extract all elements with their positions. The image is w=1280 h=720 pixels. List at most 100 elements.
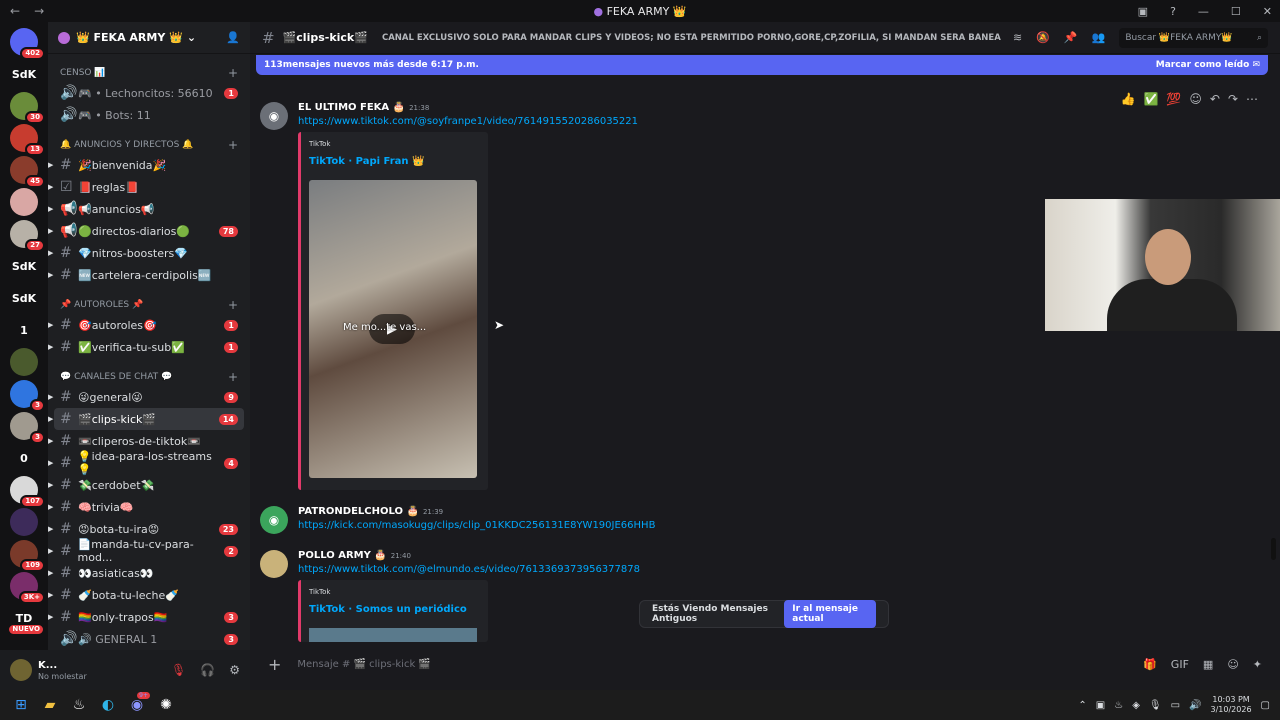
expand-arrow-icon[interactable]: ▶ — [48, 321, 53, 329]
channel-item[interactable]: ▶ 📢 🟢directos-diarios🟢 78 — [48, 220, 244, 242]
expand-arrow-icon[interactable]: ▶ — [48, 343, 53, 351]
headphones-muted-icon[interactable]: 🎧 — [200, 663, 215, 677]
more-options-icon[interactable]: ⋯ — [1246, 92, 1258, 106]
back-arrow-icon[interactable]: ← — [10, 4, 20, 18]
expand-arrow-icon[interactable]: ▶ — [48, 503, 53, 511]
hundred-reaction-icon[interactable]: 💯 — [1166, 92, 1181, 106]
add-reaction-icon[interactable]: ☺ — [1189, 92, 1202, 106]
notifications-icon[interactable]: ▢ — [1261, 700, 1270, 711]
forward-arrow-icon[interactable]: → — [34, 4, 44, 18]
message-author[interactable]: EL ULTIMO FEKA 🎂 — [298, 102, 405, 113]
channel-item[interactable]: ▶ # 💸cerdobet💸 — [48, 474, 244, 496]
steam-icon[interactable]: ♨ — [68, 694, 90, 716]
server-icon[interactable]: 27 — [10, 220, 45, 252]
expand-arrow-icon[interactable]: ▶ — [48, 183, 53, 191]
expand-arrow-icon[interactable]: ▶ — [48, 481, 53, 489]
channel-item[interactable]: ▶ # 📼cliperos-de-tiktok📼 — [48, 430, 244, 452]
server-icon[interactable]: 3 — [10, 412, 45, 444]
mic-muted-icon[interactable]: 🎙 — [171, 663, 186, 677]
expand-arrow-icon[interactable]: ▶ — [48, 591, 53, 599]
check-reaction-icon[interactable]: ✅ — [1143, 92, 1158, 106]
expand-arrow-icon[interactable]: ▶ — [48, 161, 53, 169]
add-channel-icon[interactable]: + — [228, 370, 238, 384]
server-icon[interactable]: 3 — [10, 380, 45, 412]
member-list-icon[interactable]: 👥 — [1092, 31, 1106, 44]
forward-icon[interactable]: ↷ — [1228, 92, 1238, 106]
sticker-icon[interactable]: ▦ — [1203, 658, 1213, 671]
expand-arrow-icon[interactable]: ▶ — [48, 227, 53, 235]
tray-app-icon[interactable]: ▣ — [1096, 700, 1105, 711]
channel-item[interactable]: 🔊 🎮 • Bots: 11 — [54, 104, 244, 126]
expand-arrow-icon[interactable]: ▶ — [48, 249, 53, 257]
channel-topic[interactable]: CANAL EXCLUSIVO SOLO PARA MANDAR CLIPS Y… — [382, 33, 1001, 43]
emoji-icon[interactable]: ☺ — [1227, 658, 1238, 671]
network-icon[interactable]: ▭ — [1171, 700, 1180, 711]
message-link[interactable]: https://kick.com/masokugg/clips/clip_01K… — [298, 520, 655, 531]
nvidia-icon[interactable]: ◈ — [1132, 700, 1140, 711]
channel-item[interactable]: ▶ # 😡bota-tu-ira😡 23 — [48, 518, 244, 540]
server-icon[interactable]: 3K+ — [10, 572, 45, 604]
threads-icon[interactable]: ≋ — [1013, 31, 1022, 44]
server-icon[interactable]: TD NUEVO — [7, 604, 45, 636]
server-header[interactable]: 👑 FEKA ARMY 👑 ⌄ 👤 — [48, 22, 250, 54]
expand-arrow-icon[interactable]: ▶ — [48, 393, 53, 401]
gift-icon[interactable]: 🎁 — [1143, 658, 1157, 671]
discord-avatar-icon[interactable]: ◉ — [260, 102, 288, 130]
message-composer[interactable]: + Mensaje # 🎬 clips-kick 🎬 🎁 GIF ▦ ☺ ✦ — [260, 650, 1270, 678]
add-user-icon[interactable]: 👤 — [226, 31, 240, 44]
server-icon[interactable]: SdK — [10, 252, 38, 280]
add-attachment-icon[interactable]: + — [268, 655, 281, 674]
server-icon[interactable] — [10, 188, 38, 216]
expand-arrow-icon[interactable]: ▶ — [48, 613, 53, 621]
jump-to-present-button[interactable]: Ir al mensaje actual — [784, 600, 876, 628]
thumbs-up-reaction-icon[interactable]: 👍 — [1121, 92, 1136, 106]
expand-arrow-icon[interactable]: ▶ — [48, 271, 53, 279]
server-icon[interactable]: 1 — [10, 316, 38, 344]
expand-arrow-icon[interactable]: ▶ — [48, 525, 53, 533]
close-icon[interactable]: ✕ — [1263, 5, 1272, 18]
discord-taskbar-icon[interactable]: ◉ 9+ — [126, 692, 150, 716]
notifications-muted-icon[interactable]: 🔕 — [1036, 31, 1050, 44]
user-avatar[interactable] — [10, 659, 32, 681]
file-explorer-icon[interactable]: ▰ — [39, 694, 61, 716]
expand-arrow-icon[interactable]: ▶ — [48, 569, 53, 577]
channel-item[interactable]: ▶ # 🆕cartelera-cerdipolis🆕 — [48, 264, 244, 286]
add-channel-icon[interactable]: + — [228, 66, 238, 80]
server-icon[interactable]: 45 — [10, 156, 45, 188]
server-icon[interactable]: 0 — [10, 444, 38, 472]
add-channel-icon[interactable]: + — [228, 138, 238, 152]
discord-avatar-icon[interactable]: ◉ — [260, 506, 288, 534]
channel-item[interactable]: ▶ # 📄manda-tu-cv-para-mod... 2 — [48, 538, 244, 564]
edge-icon[interactable]: ◐ — [97, 694, 119, 716]
expand-arrow-icon[interactable]: ▶ — [48, 415, 53, 423]
server-icon[interactable] — [10, 508, 38, 536]
gif-icon[interactable]: GIF — [1171, 658, 1189, 671]
channel-item[interactable]: ▶ # 🎬clips-kick🎬 14 — [48, 408, 244, 430]
server-icon[interactable]: 107 — [10, 476, 45, 508]
channel-item[interactable]: ▶ 📢 📢anuncios📢 — [48, 198, 244, 220]
embed-title[interactable]: TikTok · Somos un periódico — [309, 604, 467, 615]
expand-arrow-icon[interactable]: ▶ — [48, 459, 53, 467]
expand-arrow-icon[interactable]: ▶ — [48, 205, 53, 213]
server-icon[interactable]: 13 — [10, 124, 45, 156]
minimize-icon[interactable]: — — [1198, 5, 1209, 18]
maximize-icon[interactable]: ☐ — [1231, 5, 1241, 18]
pin-icon[interactable]: 📌 — [1064, 31, 1078, 44]
channel-item[interactable]: ▶ # 💎nitros-boosters💎 — [48, 242, 244, 264]
channel-item[interactable]: ▶ # 😜general😜 9 — [48, 386, 244, 408]
tray-expand-icon[interactable]: ⌃ — [1078, 700, 1086, 711]
scrollbar[interactable] — [1271, 538, 1276, 560]
channel-item[interactable]: ▶ ☑ 📕reglas📕 — [48, 176, 244, 198]
video-thumbnail[interactable]: ▶ Me mo...te vas... — [309, 180, 477, 478]
expand-arrow-icon[interactable]: ▶ — [48, 437, 53, 445]
channel-item[interactable]: ▶ # 🧠trivia🧠 — [48, 496, 244, 518]
server-icon[interactable] — [10, 348, 38, 376]
settings-gear-icon[interactable]: ⚙ — [229, 663, 240, 677]
inbox-icon[interactable]: ▣ — [1138, 5, 1148, 18]
chatgpt-icon[interactable]: ✺ — [155, 694, 177, 716]
channel-item[interactable]: 🔊 🔊 GENERAL 1 3 — [54, 628, 244, 650]
expand-arrow-icon[interactable]: ▶ — [48, 547, 53, 555]
channel-item[interactable]: ▶ # 🎉bienvenida🎉 — [48, 154, 244, 176]
help-icon[interactable]: ? — [1170, 5, 1176, 18]
channel-category[interactable]: CENSO 📊 + — [48, 64, 250, 82]
